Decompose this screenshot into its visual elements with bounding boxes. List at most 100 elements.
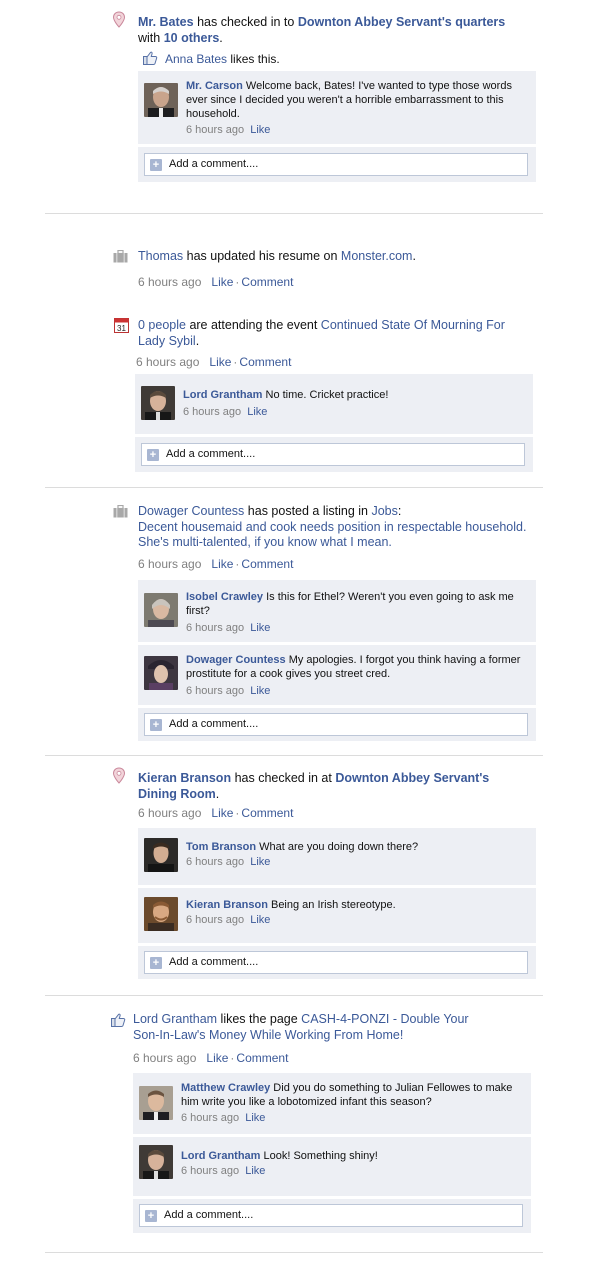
attendees-link[interactable]: 0 people (138, 318, 186, 332)
comment: Lord Grantham Look! Something shiny! 6 h… (133, 1137, 531, 1196)
avatar[interactable] (144, 656, 178, 690)
comment-link[interactable]: Comment (236, 1051, 288, 1065)
liker-link[interactable]: Anna Bates (165, 52, 227, 66)
comment-author-link[interactable]: Matthew Crawley (181, 1082, 270, 1094)
story-meta: 6 hours ago Like · Comment (136, 355, 291, 369)
comment-timestamp: 6 hours ago (186, 856, 245, 868)
story-headline: Thomas has updated his resume on Monster… (138, 249, 518, 265)
like-link[interactable]: Like (211, 557, 233, 571)
avatar[interactable] (144, 593, 178, 627)
comment-link[interactable]: Comment (241, 557, 293, 571)
avatar[interactable] (144, 897, 178, 931)
story-timestamp: 6 hours ago (133, 1051, 197, 1065)
comment-area: Isobel Crawley Is this for Ethel? Weren'… (138, 580, 536, 741)
punctuation: . (219, 30, 223, 45)
comment-body: Kieran Branson Being an Irish stereotype… (186, 898, 526, 912)
add-comment-row: + Add a comment.... (138, 147, 536, 182)
story-meta: 6 hours ago Like · Comment (138, 806, 293, 820)
comment-author-link[interactable]: Lord Grantham (183, 389, 262, 401)
comment: Dowager Countess My apologies. I forgot … (138, 645, 536, 705)
avatar[interactable] (144, 838, 178, 872)
comment-author-link[interactable]: Mr. Carson (186, 80, 243, 92)
likes-text: likes this. (227, 52, 280, 66)
comment-timestamp: 6 hours ago (186, 622, 245, 634)
story-divider (45, 755, 543, 756)
comment: Kieran Branson Being an Irish stereotype… (138, 888, 536, 943)
comment-body: Lord Grantham Look! Something shiny! (181, 1149, 521, 1163)
comment-timestamp: 6 hours ago (183, 406, 242, 418)
actor-link[interactable]: Thomas (138, 249, 183, 263)
comment-meta: 6 hours ago Like (186, 124, 270, 136)
avatar[interactable] (141, 386, 175, 420)
briefcase-icon (113, 250, 128, 263)
like-link[interactable]: Like (206, 1051, 228, 1065)
actor-link[interactable]: Mr. Bates (138, 15, 194, 29)
comment-like-link[interactable]: Like (250, 124, 270, 136)
add-comment-placeholder: Add a comment.... (169, 718, 259, 730)
comment-author-link[interactable]: Tom Branson (186, 841, 256, 853)
comment-link[interactable]: Comment (241, 275, 293, 289)
comment-author-link[interactable]: Lord Grantham (181, 1150, 260, 1162)
plus-icon: + (147, 449, 159, 461)
place-link[interactable]: Downton Abbey Servant's quarters (298, 15, 505, 29)
story-headline: Lord Grantham likes the page CASH-4-PONZ… (133, 1012, 483, 1043)
comment-area: Lord Grantham No time. Cricket practice!… (135, 374, 533, 472)
avatar[interactable] (139, 1145, 173, 1179)
add-comment-input[interactable]: + Add a comment.... (144, 713, 528, 736)
story-divider (45, 213, 543, 214)
comment-body: Lord Grantham No time. Cricket practice! (183, 388, 523, 402)
comment-like-link[interactable]: Like (250, 856, 270, 868)
add-comment-input[interactable]: + Add a comment.... (144, 951, 528, 974)
comment-area: Anna Bates likes this. Mr. Carson Welcom… (138, 47, 536, 182)
actor-link[interactable]: Kieran Branson (138, 771, 231, 785)
story-meta: 6 hours ago Like · Comment (138, 275, 293, 289)
like-link[interactable]: Like (211, 275, 233, 289)
comment-like-link[interactable]: Like (247, 406, 267, 418)
story-headline: Kieran Branson has checked in at Downton… (138, 771, 508, 802)
comment-area: Matthew Crawley Did you do something to … (133, 1073, 531, 1233)
like-link[interactable]: Like (209, 355, 231, 369)
comment-meta: 6 hours ago Like (186, 685, 270, 697)
actor-link[interactable]: Dowager Countess (138, 504, 244, 518)
add-comment-input[interactable]: + Add a comment.... (139, 1204, 523, 1227)
like-link[interactable]: Like (211, 806, 233, 820)
category-link[interactable]: Jobs (371, 504, 397, 518)
comment-link[interactable]: Comment (241, 806, 293, 820)
comment-link[interactable]: Comment (239, 355, 291, 369)
add-comment-input[interactable]: + Add a comment.... (141, 443, 525, 466)
comment-like-link[interactable]: Like (250, 914, 270, 926)
comment-text: No time. Cricket practice! (262, 389, 389, 401)
avatar[interactable] (144, 83, 178, 117)
comment: Matthew Crawley Did you do something to … (133, 1073, 531, 1134)
comment-body: Isobel Crawley Is this for Ethel? Weren'… (186, 590, 526, 618)
comment-like-link[interactable]: Like (245, 1112, 265, 1124)
comment-like-link[interactable]: Like (250, 685, 270, 697)
verb-text: are attending the event (185, 318, 321, 332)
plus-icon: + (145, 1210, 157, 1222)
comment-like-link[interactable]: Like (245, 1165, 265, 1177)
avatar[interactable] (139, 1086, 173, 1120)
listing-line: Decent housemaid and cook needs position… (138, 519, 527, 534)
story-divider (45, 995, 543, 996)
comment-area: Tom Branson What are you doing down ther… (138, 828, 536, 979)
comment-meta: 6 hours ago Like (181, 1112, 265, 1124)
comment-text: Being an Irish stereotype. (267, 899, 396, 911)
story-divider (45, 1252, 543, 1253)
listing-link[interactable]: Decent housemaid and cook needs position… (138, 520, 526, 550)
comment-timestamp: 6 hours ago (181, 1165, 240, 1177)
others-link[interactable]: 10 others (164, 31, 220, 45)
comment-like-link[interactable]: Like (250, 622, 270, 634)
comment: Isobel Crawley Is this for Ethel? Weren'… (138, 580, 536, 642)
story-meta: 6 hours ago Like · Comment (133, 1051, 288, 1065)
briefcase-icon (113, 505, 128, 518)
comment-author-link[interactable]: Kieran Branson (186, 899, 268, 911)
comment-author-link[interactable]: Dowager Countess (186, 654, 286, 666)
comment-author-link[interactable]: Isobel Crawley (186, 591, 263, 603)
map-pin-icon (112, 767, 126, 784)
actor-link[interactable]: Lord Grantham (133, 1012, 217, 1026)
add-comment-input[interactable]: + Add a comment.... (144, 153, 528, 176)
comment-timestamp: 6 hours ago (181, 1112, 240, 1124)
comment-meta: 6 hours ago Like (186, 622, 270, 634)
target-link[interactable]: Monster.com (341, 249, 413, 263)
with-text: with (138, 30, 164, 45)
